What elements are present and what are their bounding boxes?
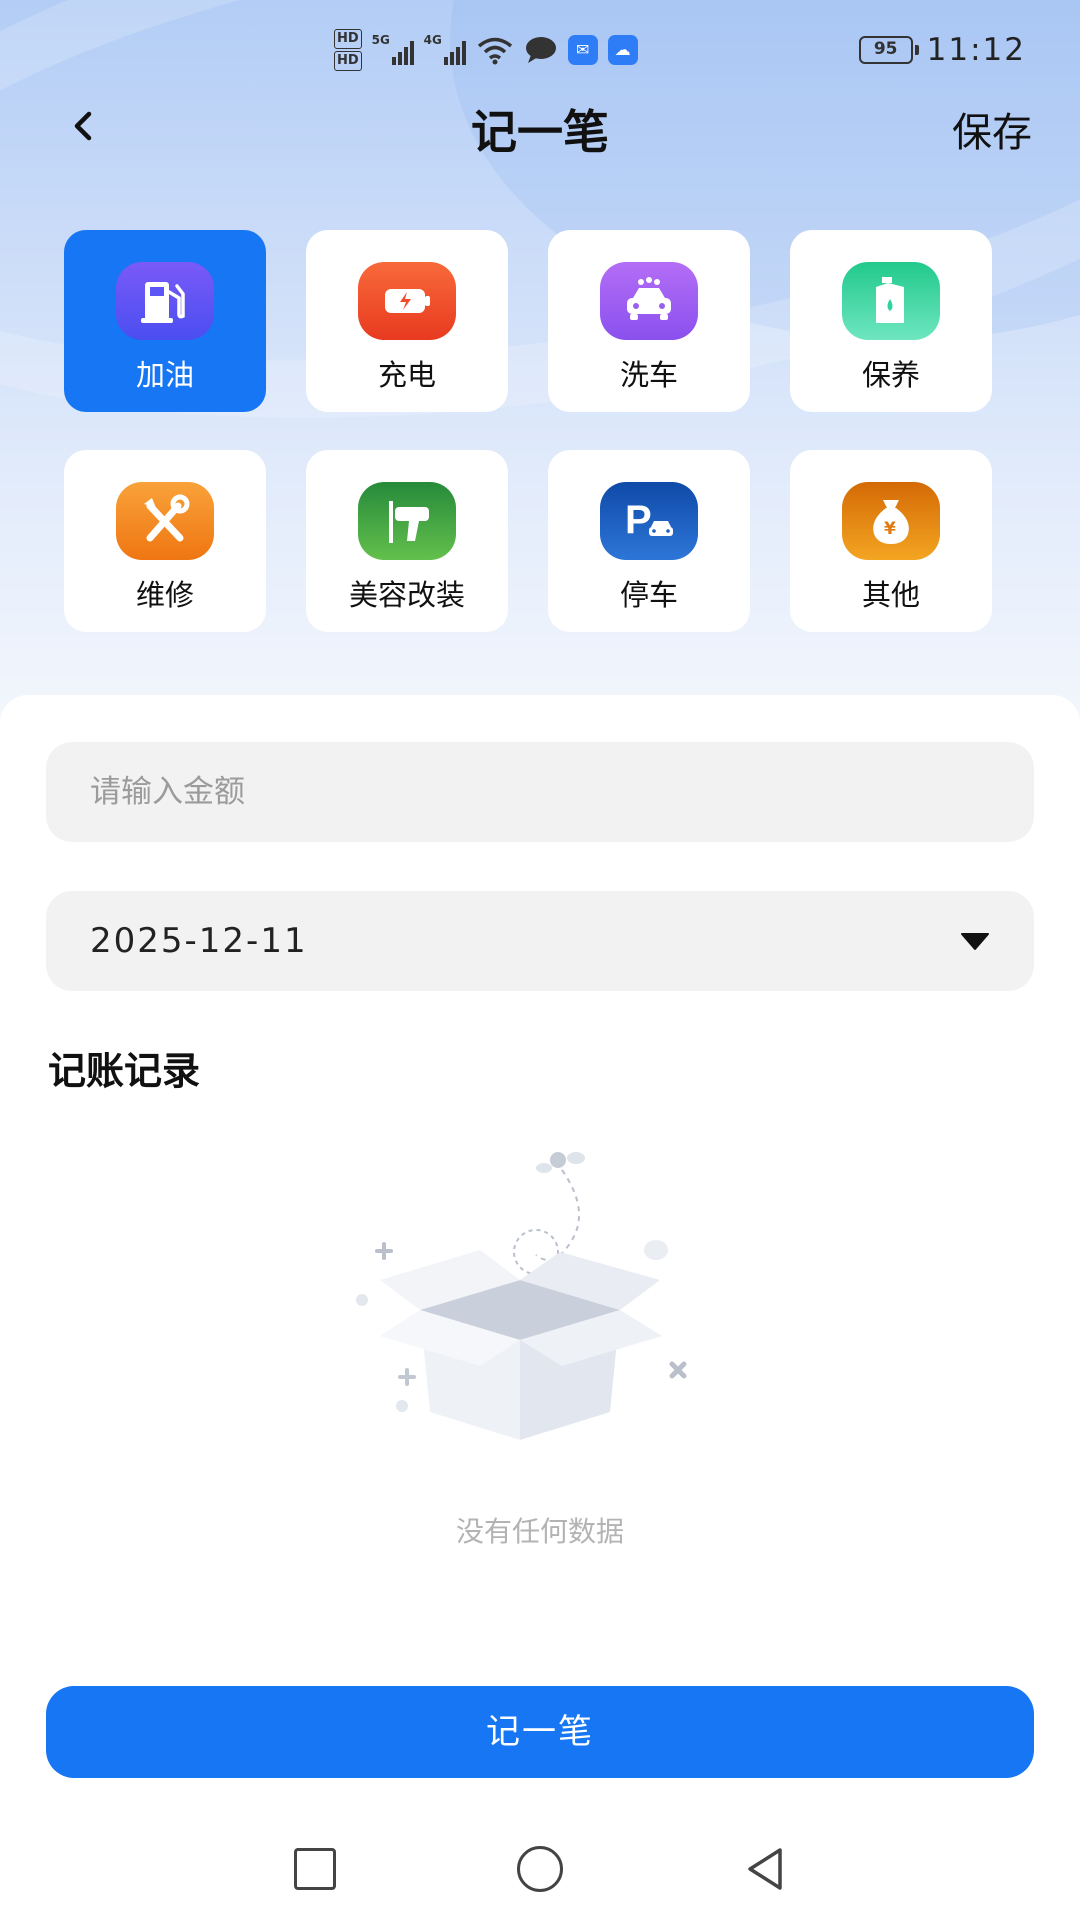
amount-field[interactable] bbox=[46, 742, 1034, 842]
network-label-2: 4G bbox=[423, 33, 442, 47]
home-icon[interactable] bbox=[517, 1846, 563, 1892]
svg-text:P: P bbox=[625, 498, 652, 542]
app-header: 记一笔 保存 bbox=[0, 92, 1080, 159]
battery-charge-icon bbox=[358, 262, 456, 340]
date-value: 2025-12-11 bbox=[90, 921, 308, 961]
wifi-icon bbox=[477, 37, 512, 65]
empty-state-text: 没有任何数据 bbox=[455, 1515, 624, 1548]
parking-icon: P bbox=[600, 482, 698, 560]
category-repair[interactable]: 维修 bbox=[64, 450, 266, 632]
message-icon bbox=[525, 37, 556, 63]
category-charging[interactable]: 充电 bbox=[306, 230, 508, 412]
category-label: 停车 bbox=[619, 578, 678, 612]
category-other[interactable]: ¥ 其他 bbox=[790, 450, 992, 632]
category-parking[interactable]: P 停车 bbox=[548, 450, 750, 632]
category-label: 美容改装 bbox=[348, 578, 465, 612]
signal-4g-icon: 4G bbox=[423, 33, 466, 65]
page-title: 记一笔 bbox=[471, 105, 609, 159]
signal-5g-icon: 5G bbox=[371, 33, 414, 65]
status-icons: HD HD 5G 4G ✉ ☁ bbox=[334, 26, 638, 74]
submit-button[interactable]: 记一笔 bbox=[46, 1686, 1034, 1778]
hd-indicator: HD HD bbox=[334, 29, 362, 71]
category-label: 其他 bbox=[861, 578, 920, 612]
wrench-screwdriver-icon bbox=[116, 482, 214, 560]
chevron-left-icon[interactable] bbox=[62, 102, 108, 148]
recent-apps-icon[interactable] bbox=[294, 1848, 336, 1890]
records-title: 记账记录 bbox=[48, 1049, 201, 1093]
system-nav-bar bbox=[0, 1838, 1080, 1908]
app-notification-icon: ✉ bbox=[567, 35, 598, 65]
hd-badge-2: HD bbox=[334, 51, 362, 71]
battery-icon: 95 bbox=[858, 36, 919, 64]
money-bag-icon: ¥ bbox=[842, 482, 940, 560]
status-bar: HD HD 5G 4G ✉ ☁ 95 11:12 bbox=[0, 22, 1080, 78]
category-label: 维修 bbox=[135, 578, 194, 612]
category-label: 加油 bbox=[135, 358, 194, 392]
svg-text:¥: ¥ bbox=[884, 519, 896, 539]
category-label: 洗车 bbox=[619, 358, 678, 392]
caret-down-icon bbox=[961, 933, 989, 950]
polisher-drill-icon bbox=[358, 482, 456, 560]
empty-box-illustration bbox=[356, 1152, 687, 1440]
cloud-icon: ☁ bbox=[607, 35, 638, 65]
back-triangle-icon[interactable] bbox=[744, 1846, 786, 1892]
status-right: 95 11:12 bbox=[858, 26, 1026, 74]
clock: 11:12 bbox=[926, 32, 1026, 68]
category-label: 保养 bbox=[861, 358, 920, 392]
network-label-1: 5G bbox=[371, 33, 390, 47]
hd-badge-1: HD bbox=[334, 29, 362, 49]
save-button[interactable]: 保存 bbox=[952, 100, 1032, 158]
category-fuel[interactable]: 加油 bbox=[64, 230, 266, 412]
category-grid: 加油 充电 洗车 保养 维修 美容改装 P 停车 ¥ 其他 bbox=[64, 230, 994, 632]
oil-can-icon bbox=[842, 262, 940, 340]
date-picker[interactable]: 2025-12-11 bbox=[46, 891, 1034, 991]
category-maintenance[interactable]: 保养 bbox=[790, 230, 992, 412]
category-label: 充电 bbox=[377, 358, 436, 392]
category-car-wash[interactable]: 洗车 bbox=[548, 230, 750, 412]
fuel-pump-icon bbox=[116, 262, 214, 340]
amount-input[interactable] bbox=[90, 774, 990, 810]
car-wash-icon bbox=[600, 262, 698, 340]
category-beauty-modify[interactable]: 美容改装 bbox=[306, 450, 508, 632]
